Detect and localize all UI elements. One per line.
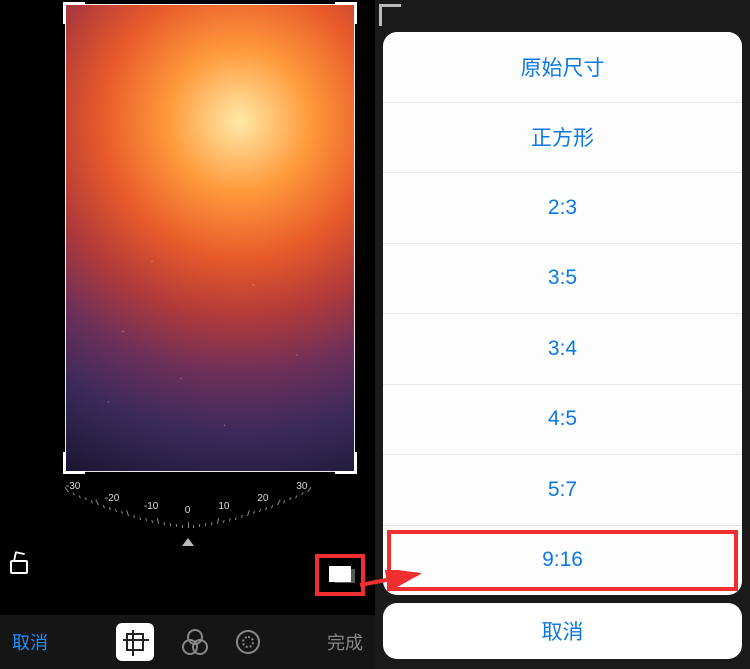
tab-crop[interactable] (116, 623, 154, 661)
aspect-option-label: 5:7 (548, 478, 577, 502)
aspect-ratio-sheet: 原始尺寸 正方形 2:3 3:5 3:4 4:5 5:7 9:16 (383, 32, 742, 595)
crop-handle-hint-icon (379, 4, 401, 26)
tab-adjust[interactable] (236, 630, 260, 654)
dial-label: 30 (296, 481, 307, 492)
dial-label: 10 (218, 501, 229, 512)
photo-preview (65, 4, 355, 472)
editor-bottom-bar: 取消 完成 (0, 615, 375, 669)
editor-tabs (116, 623, 260, 661)
dial-indicator-icon (182, 538, 194, 546)
aspect-option-square[interactable]: 正方形 (383, 103, 742, 174)
aspect-option-label: 3:4 (548, 337, 577, 361)
aspect-option-label: 原始尺寸 (521, 52, 605, 82)
rotate-button[interactable] (10, 560, 38, 588)
aspect-sheet-screen: 原始尺寸 正方形 2:3 3:5 3:4 4:5 5:7 9:16 取消 (375, 0, 750, 669)
crop-handle-bottom-right[interactable] (335, 452, 357, 474)
aspect-ratio-icon (329, 566, 351, 582)
aspect-option-label: 4:5 (548, 407, 577, 431)
crop-editor-screen: -30 -20 -10 0 10 20 30 取消 完成 (0, 0, 375, 669)
aspect-option-3-4[interactable]: 3:4 (383, 314, 742, 385)
tab-filters[interactable] (182, 629, 208, 655)
crop-handle-top-right[interactable] (335, 2, 357, 24)
aspect-option-3-5[interactable]: 3:5 (383, 244, 742, 315)
aspect-option-5-7[interactable]: 5:7 (383, 455, 742, 526)
rotate-icon (10, 560, 28, 574)
crop-handle-top-left[interactable] (63, 2, 85, 24)
aspect-option-2-3[interactable]: 2:3 (383, 173, 742, 244)
dial-label: -20 (105, 493, 119, 504)
crop-icon (126, 633, 144, 651)
cancel-button[interactable]: 取消 (12, 629, 48, 655)
sheet-cancel-label: 取消 (542, 616, 584, 646)
aspect-option-label: 9:16 (542, 548, 583, 572)
aspect-option-label: 3:5 (548, 266, 577, 290)
crop-edge-left[interactable] (65, 4, 66, 472)
aspect-option-4-5[interactable]: 4:5 (383, 385, 742, 456)
crop-frame[interactable] (65, 4, 355, 472)
dial-label: -10 (144, 501, 158, 512)
sheet-cancel-button[interactable]: 取消 (383, 603, 742, 659)
aspect-option-original[interactable]: 原始尺寸 (383, 32, 742, 103)
crop-edge-right[interactable] (354, 4, 355, 472)
dial-label: 20 (257, 493, 268, 504)
aspect-option-9-16[interactable]: 9:16 (383, 526, 742, 596)
crop-edge-top[interactable] (65, 4, 355, 5)
rotation-dial[interactable]: -30 -20 -10 0 10 20 30 (58, 462, 318, 552)
done-button[interactable]: 完成 (327, 629, 363, 655)
aspect-ratio-button[interactable] (315, 554, 365, 596)
aspect-option-label: 2:3 (548, 196, 577, 220)
dial-label: 0 (185, 505, 191, 516)
aspect-option-label: 正方形 (531, 122, 594, 152)
